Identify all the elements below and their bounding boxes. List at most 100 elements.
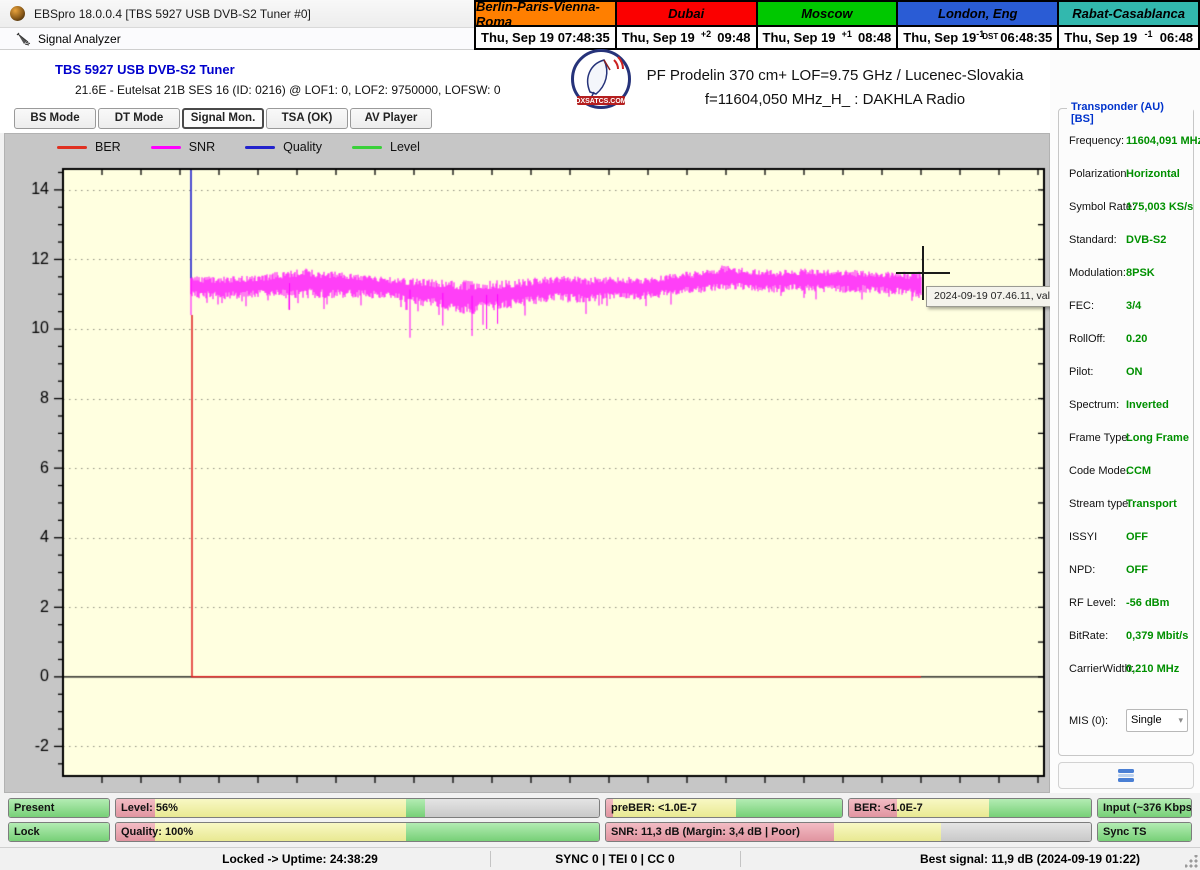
indicator-segment-green (736, 799, 842, 817)
transponder-label: Stream type: (1069, 498, 1131, 510)
clock-dubai: DubaiThu, Sep 19+209:48 (615, 2, 756, 48)
transponder-row-codemode: Code Mode:CCM (1059, 465, 1195, 481)
transponder-value: 175,003 KS/s (1126, 201, 1193, 213)
transponder-value: Horizontal (1126, 168, 1180, 180)
indicator-present: Present (8, 798, 110, 818)
clock-city: Rabat-Casablanca (1059, 2, 1198, 27)
clock-rabat-casablanca: Rabat-CasablancaThu, Sep 19-106:48 (1057, 2, 1198, 48)
transponder-row-rolloff: RollOff: 0.20 (1059, 333, 1195, 349)
indicator-label: SNR: 11,3 dB (Margin: 3,4 dB | Poor) (611, 823, 800, 842)
indicator-label: Level: 56% (121, 799, 178, 818)
transponder-value: OFF (1126, 564, 1148, 576)
chart-legend: BERSNRQualityLevel (57, 140, 420, 154)
transponder-value: -56 dBm (1126, 597, 1169, 609)
transponder-title: Transponder (AU) [BS] (1067, 101, 1193, 125)
clock-datetime: Thu, Sep 19+108:48 (758, 27, 897, 48)
indicator-label: preBER: <1.0E-7 (611, 799, 697, 818)
mode-button-tsa-ok-[interactable]: TSA (OK) (266, 108, 348, 129)
transponder-panel: Transponder (AU) [BS] Frequency:11604,09… (1050, 50, 1200, 793)
legend-label: SNR (189, 140, 215, 154)
transponder-value: Long Frame (1126, 432, 1189, 444)
clock-moscow: MoscowThu, Sep 19+108:48 (756, 2, 897, 48)
indicator-input-376-kbps-: Input (~376 Kbps) (1097, 798, 1192, 818)
transponder-row-issyi: ISSYIOFF (1059, 531, 1195, 547)
indicator-preber: preBER: <1.0E-7 (605, 798, 843, 818)
transponder-label: Frequency: (1069, 135, 1124, 147)
app-icon (10, 6, 25, 21)
clock-datetime: Thu, Sep 1907:48:35 (476, 27, 615, 48)
clock-city: Moscow (758, 2, 897, 27)
indicator-label: Present (14, 799, 54, 818)
status-indicators: Present Level: 56% preBER: <1.0E-7 BER: <1.… (0, 795, 1200, 845)
transponder-value: OFF (1126, 531, 1148, 543)
status-sync-counters: SYNC 0 | TEI 0 | CC 0 (500, 852, 730, 866)
clock-city: Dubai (617, 2, 756, 27)
indicator-quality: Quality: 100% (115, 822, 600, 842)
signal-chart-plot[interactable] (5, 134, 1051, 792)
transponder-row-pilot: Pilot:ON (1059, 366, 1195, 382)
mode-button-signal-mon-[interactable]: Signal Mon. (182, 108, 264, 129)
status-locked-uptime: Locked -> Uptime: 24:38:29 (90, 852, 510, 866)
indicator-segment-gray (425, 799, 599, 817)
transponder-value: 8PSK (1126, 267, 1155, 279)
transponder-label: RollOff: (1069, 333, 1105, 345)
transport-stream-button[interactable] (1058, 762, 1194, 789)
statusbar-separator (490, 851, 491, 867)
transponder-row-modulation: Modulation:8PSK (1059, 267, 1195, 283)
transponder-label: Pilot: (1069, 366, 1093, 378)
legend-item-level: Level (352, 140, 420, 154)
mis-selected-value: Single (1131, 714, 1162, 726)
transponder-label: NPD: (1069, 564, 1095, 576)
mode-button-av-player[interactable]: AV Player (350, 108, 432, 129)
transponder-value: 0.20 (1126, 333, 1147, 345)
legend-swatch (57, 146, 87, 149)
clock-city: Berlin-Paris-Vienna-Roma (476, 2, 615, 27)
transponder-value: 0,210 MHz (1126, 663, 1179, 675)
transponder-label: CarrierWidth: (1069, 663, 1134, 675)
legend-label: Level (390, 140, 420, 154)
legend-item-ber: BER (57, 140, 121, 154)
transponder-label: Polarization: (1069, 168, 1130, 180)
indicator-label: Input (~376 Kbps) (1103, 799, 1192, 818)
indicator-level: Level: 56% (115, 798, 600, 818)
dxsatcs-logo: DXSATCS.COM (570, 48, 632, 110)
menu-item-signal-analyzer[interactable]: Signal Analyzer (10, 29, 127, 49)
clock-london-eng: London, EngThu, Sep 19-1DST06:48:35 (896, 2, 1057, 48)
transponder-row-standard: Standard:DVB-S2 (1059, 234, 1195, 250)
transponder-row-frequency: Frequency:11604,091 MHz (1059, 135, 1195, 151)
legend-label: BER (95, 140, 121, 154)
mode-button-dt-mode[interactable]: DT Mode (98, 108, 180, 129)
signal-chart-panel: BERSNRQualityLevel 2024-09-19 07.46.11, … (4, 133, 1050, 793)
legend-swatch (151, 146, 181, 149)
mode-button-bar: BS ModeDT ModeSignal Mon.TSA (OK)AV Play… (0, 108, 1050, 133)
transponder-value: 0,379 Mbit/s (1126, 630, 1188, 642)
indicator-sync-ts: Sync TS (1097, 822, 1192, 842)
indicator-segment-yellow (155, 799, 406, 817)
indicator-lock: Lock (8, 822, 110, 842)
clock-city: London, Eng (898, 2, 1057, 27)
transponder-value: Transport (1126, 498, 1177, 510)
status-best-signal: Best signal: 11,9 dB (2024-09-19 01:22) (860, 852, 1200, 866)
logo-text: DXSATCS.COM (575, 98, 626, 105)
transponder-label: Code Mode: (1069, 465, 1129, 477)
mode-button-bs-mode[interactable]: BS Mode (14, 108, 96, 129)
transponder-row-spectrum: Spectrum:Inverted (1059, 399, 1195, 415)
window-title: EBSpro 18.0.0.4 [TBS 5927 USB DVB-S2 Tun… (34, 7, 311, 21)
antenna-description: PF Prodelin 370 cm+ LOF=9.75 GHz / Lucen… (610, 64, 1060, 88)
indicator-label: Lock (14, 823, 40, 842)
status-bar: Locked -> Uptime: 24:38:29 SYNC 0 | TEI … (0, 847, 1200, 870)
clock-datetime: Thu, Sep 19+209:48 (617, 27, 756, 48)
transponder-label: Frame Type: (1069, 432, 1131, 444)
mis-label: MIS (0): (1069, 715, 1108, 727)
indicator-segment-green (989, 799, 1091, 817)
transponder-label: FEC: (1069, 300, 1094, 312)
transponder-row-bitrate: BitRate:0,379 Mbit/s (1059, 630, 1195, 646)
transponder-value: 3/4 (1126, 300, 1141, 312)
legend-swatch (352, 146, 382, 149)
window-resize-grip[interactable] (1185, 855, 1198, 868)
indicator-label: Sync TS (1103, 823, 1146, 842)
transponder-label: Standard: (1069, 234, 1117, 246)
indicator-ber: BER: <1.0E-7 (848, 798, 1092, 818)
mis-dropdown[interactable]: Single ▾ (1126, 709, 1188, 732)
transponder-row-frametype: Frame Type:Long Frame (1059, 432, 1195, 448)
